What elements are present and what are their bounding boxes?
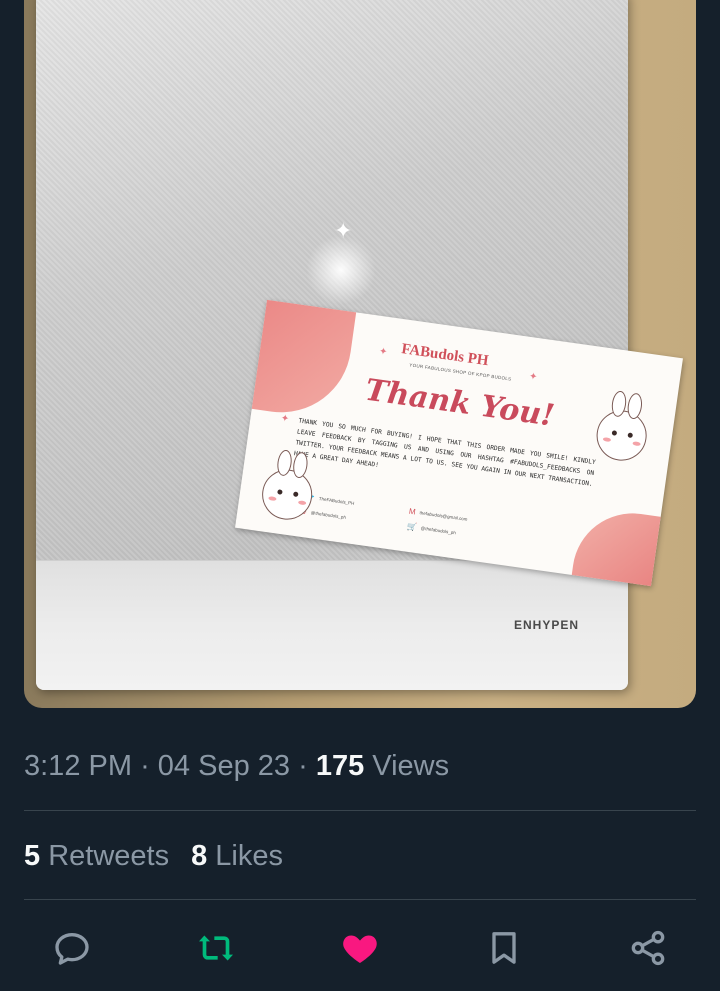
like-button[interactable]	[336, 924, 384, 972]
shopee-icon: 🛒	[406, 521, 418, 532]
card-email: Mthefabudols@gmail.com	[408, 506, 468, 522]
action-bar	[24, 920, 696, 976]
tweet-meta: 3:12 PM · 04 Sep 23 · 175 Views	[24, 750, 449, 783]
card-tiktok: ♪@thefabudols_ph	[302, 507, 346, 522]
likes-count: 8	[191, 840, 208, 872]
share-icon	[631, 930, 665, 966]
tweet-detail: ✦ ENHYPEN ✦ ✦ ✦ FABudols PH YOUR FABULOU…	[0, 0, 720, 991]
bookmark-icon	[492, 932, 516, 964]
card-shopee: 🛒 @thefabudols_ph	[406, 521, 457, 536]
reply-icon	[55, 933, 89, 965]
views-count: 175	[315, 750, 365, 782]
album-brand-text: ENHYPEN	[514, 618, 580, 632]
retweets-stat[interactable]: 5 Retweets	[24, 840, 169, 872]
retweet-button[interactable]	[192, 924, 240, 972]
divider	[24, 810, 696, 811]
retweets-label: Retweets	[48, 840, 170, 872]
light-glare	[306, 235, 376, 305]
tweet-photo[interactable]: ✦ ENHYPEN ✦ ✦ ✦ FABudols PH YOUR FABULOU…	[24, 0, 696, 708]
sparkle-icon: ✦	[528, 371, 538, 384]
gmail-icon: M	[408, 506, 417, 517]
bunny-illustration	[593, 407, 650, 464]
heart-icon	[343, 935, 377, 963]
divider	[24, 899, 696, 900]
reply-button[interactable]	[48, 924, 96, 972]
retweets-count: 5	[24, 840, 41, 872]
likes-stat[interactable]: 8 Likes	[191, 840, 283, 872]
tweet-date[interactable]: 04 Sep 23	[158, 750, 290, 782]
tweet-time[interactable]: 3:12 PM	[24, 750, 132, 782]
meta-separator: ·	[140, 750, 150, 782]
sparkle-icon: ✦	[378, 346, 389, 359]
engagement-stats: 5 Retweets 8 Likes	[24, 840, 283, 873]
share-button[interactable]	[624, 924, 672, 972]
bookmark-button[interactable]	[480, 924, 528, 972]
card-decoration-bottom	[567, 505, 683, 587]
sparkle-icon: ✦	[279, 412, 290, 426]
views-label: Views	[372, 750, 450, 782]
likes-label: Likes	[215, 840, 283, 872]
meta-separator: ·	[298, 750, 308, 782]
glare-sparkle: ✦	[334, 218, 353, 243]
retweet-icon	[199, 935, 233, 961]
